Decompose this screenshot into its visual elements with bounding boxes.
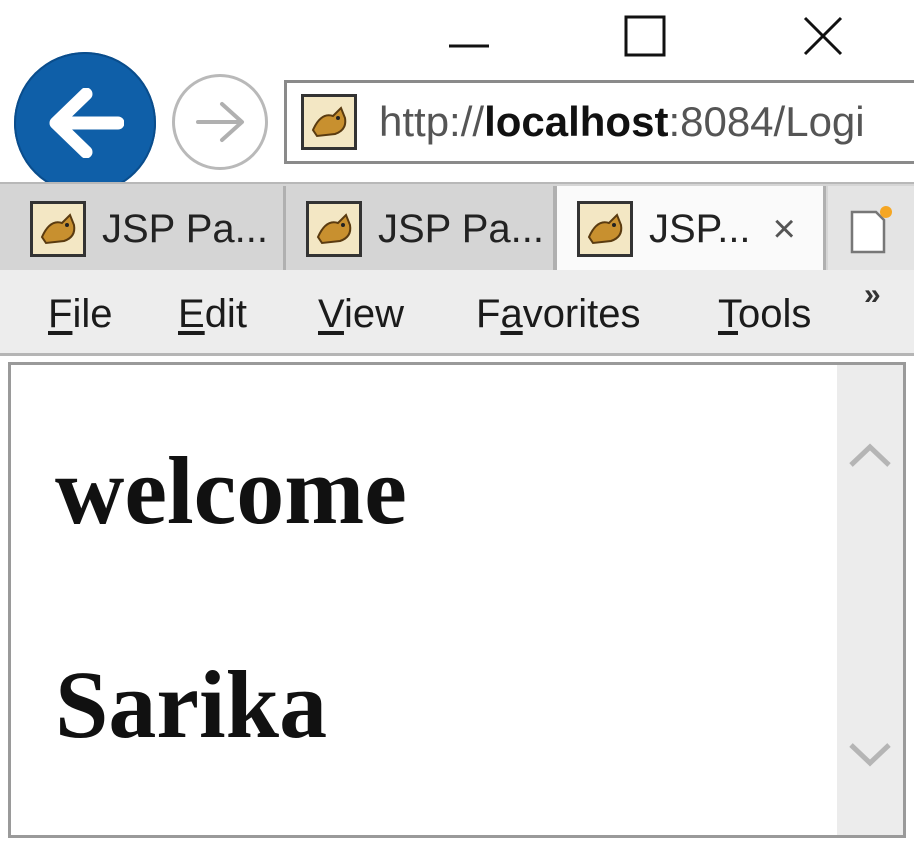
new-tab-icon [850,206,892,254]
url-text: http://localhost:8084/Logi [379,98,865,145]
menu-favorites[interactable]: Favorites [476,292,641,337]
scroll-down-button[interactable] [837,725,903,785]
tab-3-active[interactable]: JSP... × [554,186,826,272]
tomcat-favicon-icon [306,201,362,257]
new-tab-button[interactable] [828,186,914,272]
tab-2[interactable]: JSP Pa... [286,186,556,272]
vertical-scrollbar[interactable] [837,365,903,835]
chevron-down-icon [849,743,891,767]
tomcat-favicon-icon [30,201,86,257]
menu-overflow-chevron-icon[interactable]: » [864,278,881,312]
tab-1[interactable]: JSP Pa... [0,186,286,272]
back-arrow-icon [49,88,124,158]
chevron-up-icon [849,443,891,467]
tab-label: JSP Pa... [102,206,269,251]
forward-arrow-icon [196,102,244,142]
menu-tools[interactable]: Tools [718,292,811,337]
menu-view[interactable]: View [318,292,404,337]
back-button[interactable] [14,52,156,194]
forward-button[interactable] [172,74,268,170]
navigation-bar: http://localhost:8084/Logi [0,48,914,194]
tomcat-favicon-icon [577,201,633,257]
scroll-up-button[interactable] [837,425,903,485]
menu-edit[interactable]: Edit [178,292,247,337]
tab-label: JSP... [649,206,751,251]
page-content: welcome Sarika [8,362,906,838]
tab-bar: JSP Pa... JSP Pa... JSP... × [0,182,914,272]
menu-bar: File Edit View Favorites Tools » [0,270,914,356]
username-heading: Sarika [55,651,328,758]
tab-close-icon[interactable]: × [773,207,796,252]
welcome-heading: welcome [55,437,407,544]
tab-label: JSP Pa... [378,206,545,251]
address-bar[interactable]: http://localhost:8084/Logi [284,80,914,164]
tomcat-favicon-icon [301,94,357,150]
menu-file[interactable]: File [48,292,112,337]
